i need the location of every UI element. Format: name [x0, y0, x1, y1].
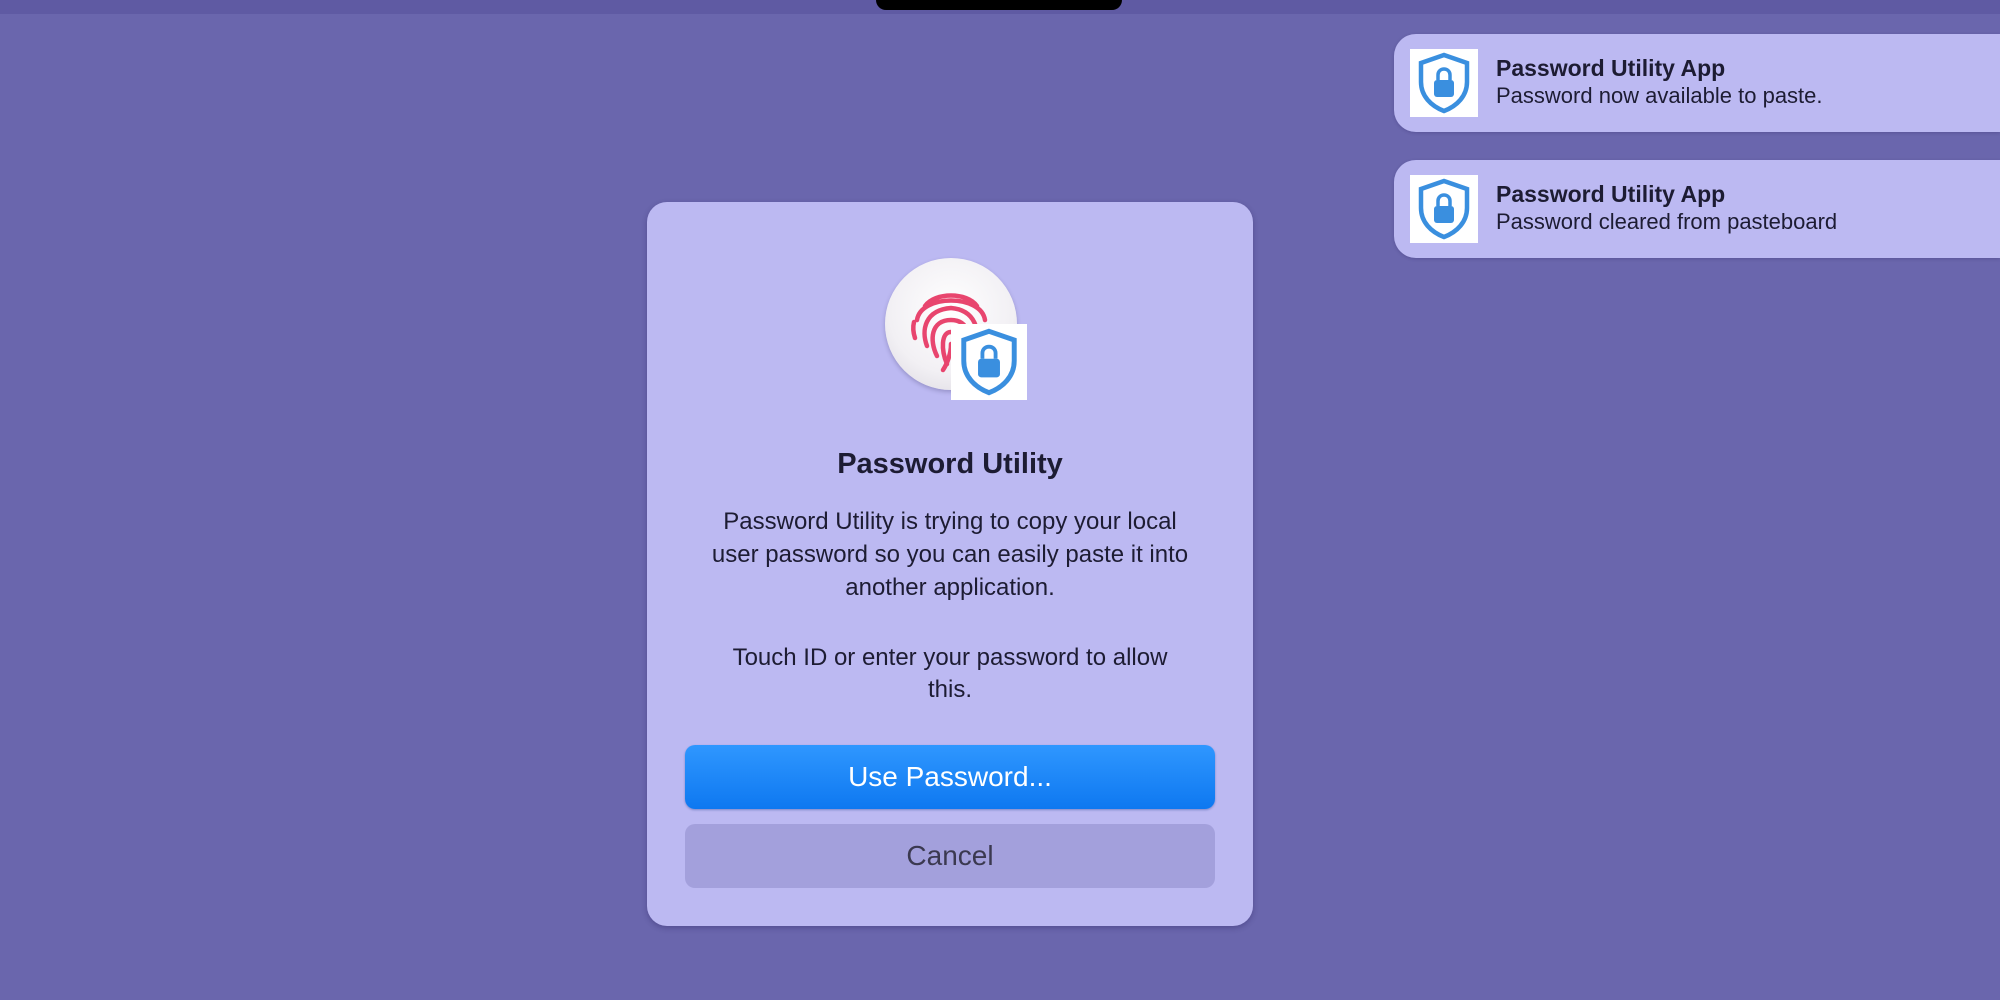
shield-lock-icon [1410, 175, 1478, 243]
authentication-dialog: Password Utility Password Utility is try… [647, 202, 1253, 926]
notification-password-cleared[interactable]: Password Utility App Password cleared fr… [1394, 160, 2000, 258]
notification-body: Password cleared from pasteboard [1496, 209, 1838, 234]
notification-title: Password Utility App [1496, 55, 1726, 81]
cancel-button[interactable]: Cancel [685, 824, 1215, 888]
dialog-message: Password Utility is trying to copy your … [711, 508, 1189, 601]
shield-lock-icon [1410, 49, 1478, 117]
dialog-prompt: Touch ID or enter your password to allow… [732, 644, 1168, 703]
notification-title: Password Utility App [1496, 181, 1726, 207]
notification-password-available[interactable]: Password Utility App Password now availa… [1394, 34, 2000, 132]
camera-notch [876, 0, 1122, 10]
shield-lock-icon [951, 324, 1027, 400]
notification-body: Password now available to paste. [1496, 83, 1823, 108]
dialog-title: Password Utility [837, 448, 1063, 480]
use-password-button[interactable]: Use Password... [685, 745, 1215, 809]
